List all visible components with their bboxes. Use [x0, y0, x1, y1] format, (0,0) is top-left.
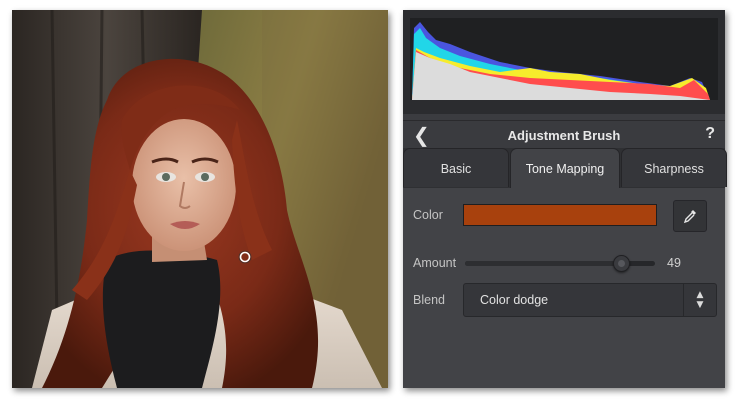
- amount-slider-thumb[interactable]: [612, 255, 630, 272]
- updown-arrows-icon: ▲ ▼: [683, 284, 716, 316]
- histogram-graph: [410, 18, 718, 100]
- blend-value: Color dodge: [480, 293, 549, 307]
- blend-label: Blend: [413, 293, 445, 307]
- portrait-image: [12, 10, 388, 388]
- color-swatch[interactable]: [463, 204, 657, 226]
- panel-title: Adjustment Brush: [507, 128, 621, 143]
- tab-basic[interactable]: Basic: [403, 148, 509, 187]
- amount-label: Amount: [413, 256, 457, 270]
- color-label: Color: [413, 208, 443, 222]
- panel-header: ❮ Adjustment Brush ?: [403, 120, 725, 151]
- adjustment-panel: ❮ Adjustment Brush ? Basic Tone Mapping …: [403, 10, 727, 388]
- tab-tone-mapping[interactable]: Tone Mapping: [510, 148, 620, 189]
- eyedropper-icon: [683, 210, 696, 224]
- amount-value: 49: [667, 256, 681, 270]
- tone-mapping-controls: Color Amount 49 Blend Color dodge ▲ ▼: [403, 188, 725, 388]
- help-button[interactable]: ?: [705, 125, 715, 143]
- histogram: [403, 10, 725, 114]
- amount-slider[interactable]: [465, 255, 655, 272]
- eyedropper-button[interactable]: [673, 200, 707, 232]
- tab-bar: Basic Tone Mapping Sharpness: [403, 148, 727, 189]
- blend-select[interactable]: Color dodge ▲ ▼: [463, 283, 717, 317]
- photo-canvas[interactable]: [12, 10, 388, 388]
- tab-sharpness[interactable]: Sharpness: [621, 148, 727, 187]
- amount-slider-fill: [465, 261, 621, 266]
